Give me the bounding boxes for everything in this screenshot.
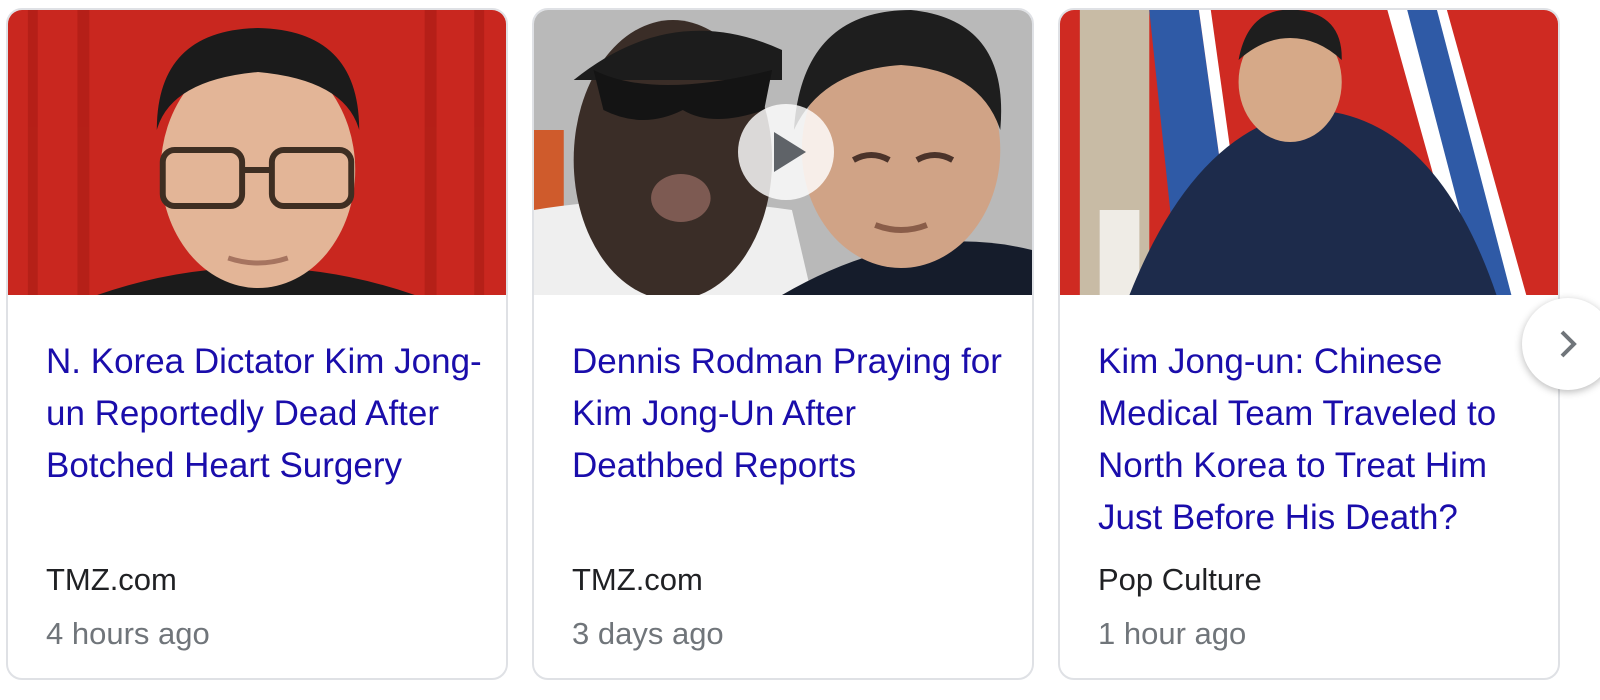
news-headline[interactable]: N. Korea Dictator Kim Jong-un Reportedly…	[46, 336, 486, 492]
news-card[interactable]: Kim Jong-un: Chinese Medical Team Travel…	[1058, 8, 1560, 680]
news-thumbnail[interactable]	[8, 10, 506, 295]
news-thumbnail[interactable]	[1060, 10, 1558, 295]
news-timestamp: 1 hour ago	[1098, 616, 1247, 651]
chevron-right-icon	[1560, 330, 1577, 358]
news-source: Pop Culture	[1098, 562, 1262, 597]
play-icon[interactable]	[738, 104, 834, 200]
news-headline[interactable]: Kim Jong-un: Chinese Medical Team Travel…	[1098, 336, 1538, 544]
news-source: TMZ.com	[572, 562, 703, 597]
news-timestamp: 3 days ago	[572, 616, 724, 651]
news-card[interactable]: N. Korea Dictator Kim Jong-un Reportedly…	[6, 8, 508, 680]
news-timestamp: 4 hours ago	[46, 616, 210, 651]
news-card[interactable]: Dennis Rodman Praying for Kim Jong-Un Af…	[532, 8, 1034, 680]
news-source: TMZ.com	[46, 562, 177, 597]
news-headline[interactable]: Dennis Rodman Praying for Kim Jong-Un Af…	[572, 336, 1012, 492]
news-thumbnail[interactable]	[534, 10, 1032, 295]
